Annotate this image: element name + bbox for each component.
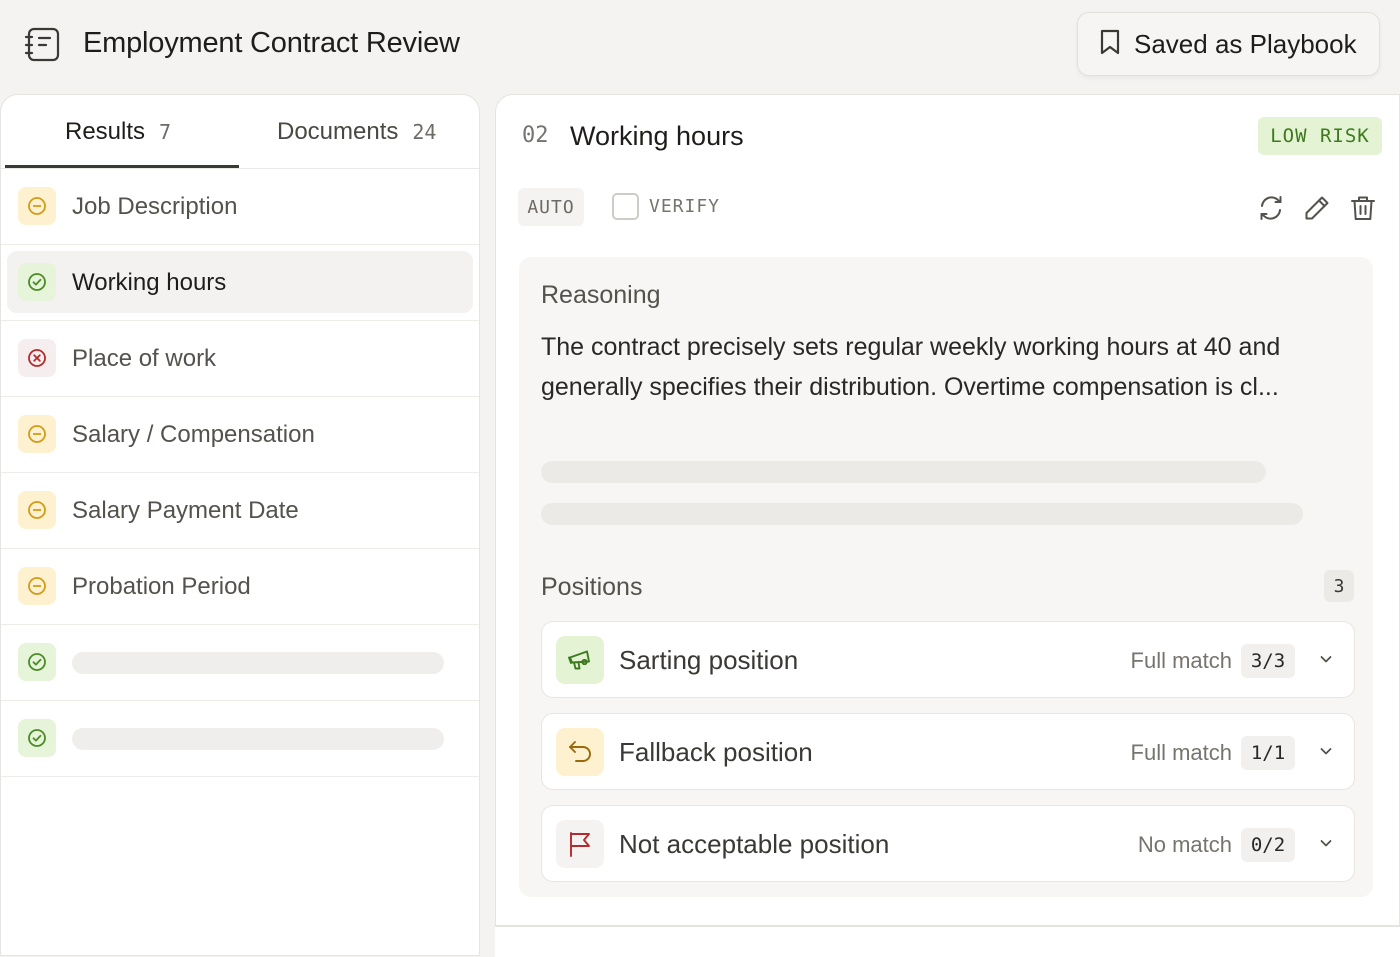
position-card-fallback[interactable]: Fallback position Full match 1/1 bbox=[541, 713, 1355, 790]
loading-skeleton bbox=[541, 503, 1303, 525]
saved-button-label: Saved as Playbook bbox=[1134, 28, 1357, 59]
next-item-panel bbox=[495, 926, 1400, 957]
active-tab-indicator bbox=[5, 165, 239, 168]
result-item-label: Place of work bbox=[72, 345, 217, 372]
chevron-down-icon[interactable] bbox=[1317, 650, 1335, 668]
result-item-working-hours[interactable]: Working hours bbox=[1, 245, 479, 321]
item-number: 02 bbox=[522, 123, 549, 148]
position-label: Sarting position bbox=[619, 645, 799, 675]
pencil-icon[interactable] bbox=[1302, 193, 1332, 223]
item-title: Working hours bbox=[570, 121, 744, 151]
position-card-not-acceptable[interactable]: Not acceptable position No match 0/2 bbox=[541, 805, 1355, 882]
loading-skeleton bbox=[72, 652, 444, 674]
position-label: Fallback position bbox=[619, 737, 813, 767]
position-label: Not acceptable position bbox=[619, 829, 890, 859]
results-panel: Results 7 Documents 24 Job Description W… bbox=[0, 94, 480, 956]
match-score: 3/3 bbox=[1241, 644, 1295, 678]
tab-documents[interactable]: Documents 24 bbox=[277, 95, 436, 169]
result-item-job-description[interactable]: Job Description bbox=[1, 169, 479, 245]
bookmark-icon bbox=[1098, 28, 1122, 61]
warning-status-icon bbox=[18, 187, 56, 225]
tab-results-count: 7 bbox=[159, 120, 172, 144]
match-score: 0/2 bbox=[1241, 828, 1295, 862]
reasoning-card: Reasoning The contract precisely sets re… bbox=[519, 257, 1373, 897]
detail-panel: 02 Working hours LOW RISK AUTO VERIFY Re… bbox=[495, 94, 1400, 926]
position-card-starting[interactable]: Sarting position Full match 3/3 bbox=[541, 621, 1355, 698]
tab-results-label: Results bbox=[65, 118, 146, 145]
check-status-icon bbox=[18, 643, 56, 681]
result-item-probation-period[interactable]: Probation Period bbox=[1, 549, 479, 625]
result-item-loading bbox=[1, 625, 479, 701]
saved-as-playbook-button[interactable]: Saved as Playbook bbox=[1077, 12, 1380, 76]
flag-icon bbox=[556, 820, 604, 868]
auto-tag: AUTO bbox=[518, 188, 584, 226]
result-item-label: Working hours bbox=[72, 269, 227, 296]
match-status: Full match bbox=[1130, 740, 1232, 765]
app-header: Employment Contract Review Saved as Play… bbox=[0, 0, 1400, 92]
refresh-icon[interactable] bbox=[1256, 193, 1286, 223]
chevron-down-icon[interactable] bbox=[1317, 742, 1335, 760]
loading-skeleton bbox=[72, 728, 444, 750]
result-item-loading bbox=[1, 701, 479, 777]
loading-skeleton bbox=[541, 461, 1266, 483]
match-status: No match bbox=[1137, 832, 1232, 857]
chevron-down-icon[interactable] bbox=[1317, 834, 1335, 852]
checkbox-box[interactable] bbox=[612, 193, 639, 220]
result-item-label: Salary Payment Date bbox=[72, 497, 299, 524]
result-item-salary-compensation[interactable]: Salary / Compensation bbox=[1, 397, 479, 473]
result-item-label: Job Description bbox=[72, 193, 238, 220]
check-status-icon bbox=[18, 263, 56, 301]
megaphone-icon bbox=[556, 636, 604, 684]
error-status-icon bbox=[18, 339, 56, 377]
tab-documents-count: 24 bbox=[412, 120, 437, 144]
undo-arrow-icon bbox=[556, 728, 604, 776]
check-status-icon bbox=[18, 719, 56, 757]
verify-checkbox[interactable]: VERIFY bbox=[612, 193, 720, 220]
result-item-place-of-work[interactable]: Place of work bbox=[1, 321, 479, 397]
warning-status-icon bbox=[18, 491, 56, 529]
verify-label: VERIFY bbox=[649, 196, 721, 217]
result-item-label: Probation Period bbox=[72, 573, 251, 600]
trash-icon[interactable] bbox=[1348, 193, 1378, 223]
tab-documents-label: Documents bbox=[277, 118, 399, 145]
document-icon bbox=[24, 25, 62, 63]
match-score: 1/1 bbox=[1241, 736, 1295, 770]
tab-results[interactable]: Results 7 bbox=[65, 95, 171, 169]
positions-count-badge: 3 bbox=[1324, 570, 1354, 602]
match-status: Full match bbox=[1130, 648, 1232, 673]
risk-badge: LOW RISK bbox=[1258, 117, 1382, 155]
result-item-label: Salary / Compensation bbox=[72, 421, 315, 448]
warning-status-icon bbox=[18, 567, 56, 605]
positions-heading: Positions bbox=[541, 573, 643, 601]
reasoning-text: The contract precisely sets regular week… bbox=[541, 333, 1281, 401]
page-title: Employment Contract Review bbox=[83, 27, 460, 59]
tab-bar: Results 7 Documents 24 bbox=[1, 95, 479, 169]
reasoning-heading: Reasoning bbox=[541, 281, 661, 309]
warning-status-icon bbox=[18, 415, 56, 453]
result-item-salary-payment-date[interactable]: Salary Payment Date bbox=[1, 473, 479, 549]
